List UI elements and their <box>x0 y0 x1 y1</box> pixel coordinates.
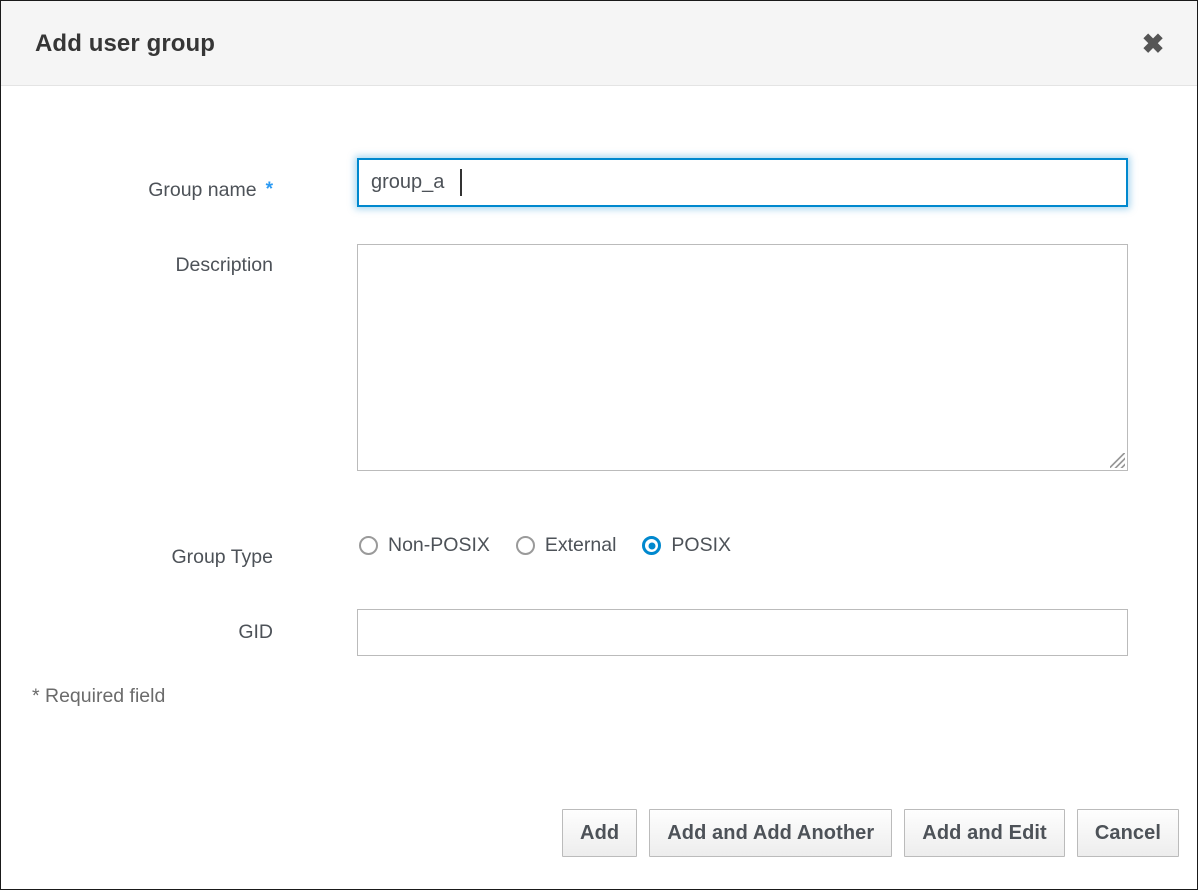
gid-label: GID <box>238 621 273 643</box>
group-name-input-wrap <box>357 158 1128 207</box>
add-and-edit-button[interactable]: Add and Edit <box>904 809 1065 857</box>
radio-circle-icon <box>359 536 378 555</box>
description-textarea-wrap <box>357 244 1128 471</box>
description-label: Description <box>175 254 273 276</box>
close-icon[interactable]: ✖ <box>1137 28 1169 60</box>
dialog-body: Group name * Description Group Type Non-P… <box>1 86 1197 889</box>
radio-label-non-posix: Non-POSIX <box>388 534 490 556</box>
group-type-label: Group Type <box>171 546 273 568</box>
dialog-header: Add user group ✖ <box>1 1 1197 86</box>
radio-circle-icon <box>515 536 535 555</box>
required-asterisk: * <box>265 179 273 200</box>
radio-option-non-posix[interactable]: Non-POSIX <box>359 534 490 557</box>
add-and-add-another-button[interactable]: Add and Add Another <box>649 809 893 857</box>
description-textarea[interactable] <box>357 244 1128 471</box>
add-user-group-dialog: Add user group ✖ Group name * Description… <box>0 0 1198 890</box>
gid-input[interactable] <box>357 609 1128 656</box>
radio-label-posix: POSIX <box>671 534 732 556</box>
cancel-button[interactable]: Cancel <box>1076 809 1179 857</box>
required-field-note: * Required field <box>32 685 166 707</box>
page-title: Add user group <box>35 30 216 57</box>
group-name-label-text: Group name <box>148 179 257 201</box>
radio-circle-selected-icon <box>642 536 662 555</box>
radio-option-posix[interactable]: POSIX <box>642 534 731 557</box>
group-name-input[interactable] <box>357 158 1128 207</box>
radio-label-external: External <box>544 534 617 556</box>
radio-option-external[interactable]: External <box>515 534 617 557</box>
group-type-radio-group: Non-POSIX External POSIX <box>359 534 731 557</box>
group-name-label: Group name * <box>1 179 273 202</box>
dialog-button-bar: Add Add and Add Another Add and Edit Can… <box>562 809 1179 857</box>
add-button[interactable]: Add <box>562 809 638 857</box>
text-caret <box>460 169 462 196</box>
